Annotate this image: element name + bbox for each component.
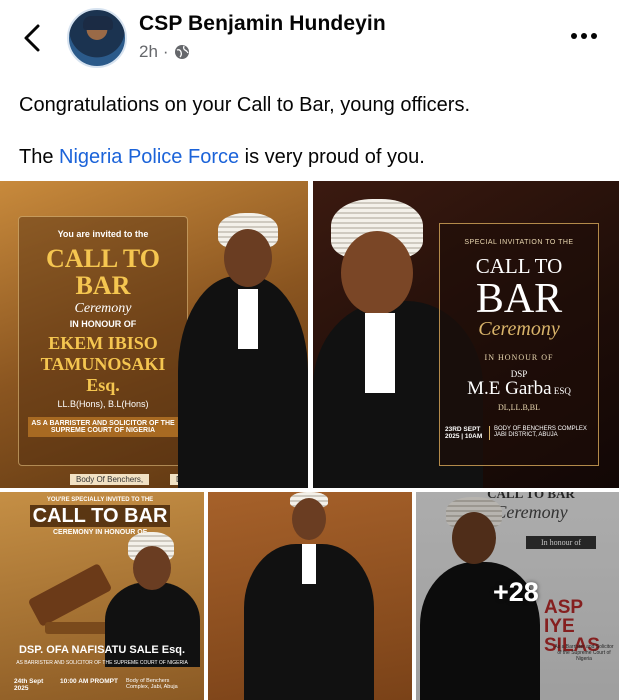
venue-text: Body Of Benchers, — [70, 474, 150, 485]
photo-1[interactable]: You are invited to the CALL TO BAR Cerem… — [0, 181, 308, 488]
invite-card-text: You are invited to the CALL TO BAR Cerem… — [18, 229, 188, 437]
invite-card-text: SPECIAL INVITATION TO THE CALL TO BAR Ce… — [439, 239, 599, 440]
post-header: CSP Benjamin Hundeyin 2h · — [0, 0, 619, 80]
honoree-suffix: Esq. — [86, 375, 120, 395]
face — [292, 498, 326, 540]
honour-line: IN HONOUR OF — [484, 353, 554, 362]
event-venue: BODY OF BENCHERS COMPLEX JABI DISTRICT, … — [494, 426, 587, 438]
face — [224, 229, 272, 287]
face — [133, 546, 171, 590]
author-name[interactable]: CSP Benjamin Hundeyin — [139, 12, 386, 36]
honoree-name: M.E Garba — [467, 378, 552, 399]
invite-banner: YOU'RE SPECIALLY INVITED TO THE CALL TO … — [30, 497, 170, 536]
honoree-block: DSP. OFA NAFISATU SALE Esq. AS BARRISTER… — [4, 644, 200, 666]
event-venue: Body of Benchers Complex, Jabi, Abuja — [126, 678, 178, 690]
invite-line: SPECIAL INVITATION TO THE — [464, 239, 574, 246]
honour-line: IN HONOUR OF — [69, 319, 137, 329]
ceremony-script: Ceremony — [478, 318, 560, 340]
call-to-bar-title: CALL TO BAR — [30, 505, 170, 527]
invite-line: You are invited to the — [57, 229, 149, 239]
post-text-line-1: Congratulations on your Call to Bar, you… — [19, 94, 470, 116]
post-meta: 2h · — [139, 42, 190, 62]
gavel-image — [27, 562, 113, 628]
role-line: AS BARRISTER AND SOLICITOR OF THE SUPREM… — [16, 660, 188, 666]
bib — [302, 544, 316, 584]
photo-3[interactable]: YOU'RE SPECIALLY INVITED TO THE CALL TO … — [0, 492, 204, 700]
chevron-left-icon[interactable] — [18, 18, 48, 58]
nigeria-police-force-link[interactable]: Nigeria Police Force — [59, 146, 239, 168]
avatar[interactable] — [67, 8, 127, 68]
photo-4[interactable] — [208, 492, 412, 700]
ceremony-script: Ceremony — [74, 301, 132, 316]
role-banner: AS A BARRISTER AND SOLICITOR OF THE SUPR… — [28, 417, 178, 437]
more-photos-count[interactable]: +28 — [493, 577, 539, 608]
text-prefix: The — [19, 146, 60, 168]
face — [341, 231, 413, 315]
photo-2[interactable]: SPECIAL INVITATION TO THE CALL TO BAR Ce… — [313, 181, 619, 488]
degrees: LL.B(Hons), B.L(Hons) — [57, 399, 149, 409]
meta-separator: · — [162, 42, 169, 61]
event-date: 24th Sept 2025 — [14, 678, 44, 692]
honoree-name: DSP. OFA NAFISATU SALE Esq. — [18, 644, 186, 656]
post-time[interactable]: 2h — [139, 42, 158, 62]
more-horizontal-icon[interactable] — [567, 24, 601, 48]
event-time: 10:00 AM PROMPT — [60, 678, 118, 685]
call-to-bar-title: CALL TO BAR — [46, 244, 160, 300]
text-suffix: is very proud of you. — [239, 146, 425, 168]
bar-title: BAR — [475, 276, 563, 322]
globe-icon — [174, 45, 189, 59]
event-date: 23RD SEPT 2025 | 10AM — [445, 426, 490, 440]
invite-line: YOU'RE SPECIALLY INVITED TO THE — [46, 497, 154, 503]
bib — [365, 313, 395, 393]
honoree-suffix: ESQ — [553, 386, 571, 396]
bib — [238, 289, 258, 349]
event-details: 24th Sept 2025 10:00 AM PROMPT Body of B… — [14, 678, 194, 692]
degrees: DL,LL.B,BL — [498, 403, 540, 412]
honoree-name: EKEM IBISO TAMUNOSAKI — [40, 333, 166, 374]
post-text-line-2: The Nigeria Police Force is very proud o… — [19, 144, 425, 170]
